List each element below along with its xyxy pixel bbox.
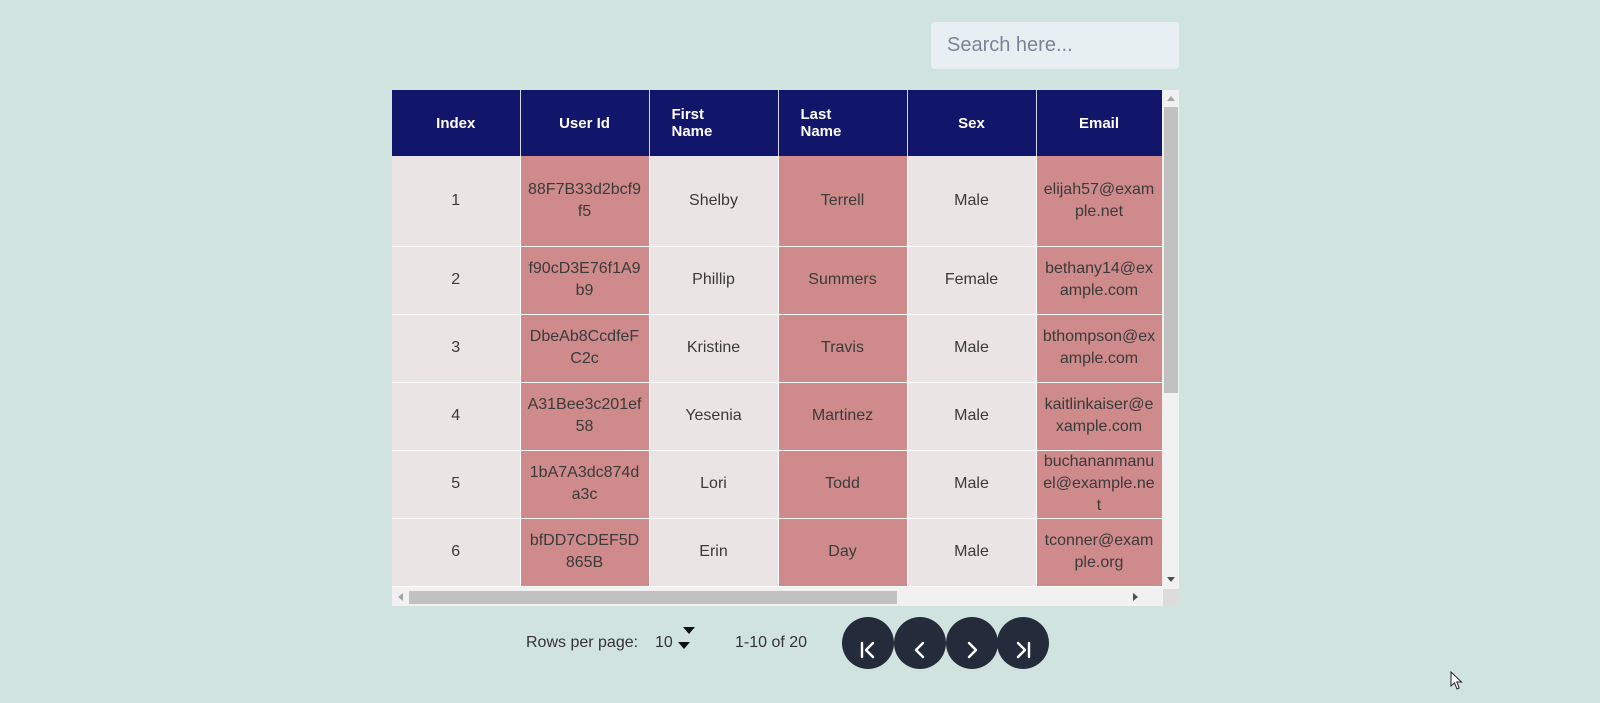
table-row[interactable]: 6 bfDD7CDEF5D865B Erin Day Male tconner@…	[392, 518, 1162, 587]
cell-first-name: Yesenia	[649, 382, 779, 451]
chevron-down-icon[interactable]	[678, 642, 690, 649]
scroll-down-arrow-icon[interactable]	[1167, 577, 1175, 582]
search-input[interactable]	[931, 22, 1179, 69]
cell-last-name: Terrell	[778, 156, 908, 247]
first-page-icon	[860, 641, 875, 659]
data-table-container: Index User Id First Name Last Name Sex E…	[392, 90, 1179, 606]
column-header-first-name[interactable]: First Name	[649, 90, 779, 156]
mouse-cursor-icon	[1450, 671, 1463, 690]
table-header-row: Index User Id First Name Last Name Sex E…	[392, 90, 1162, 156]
cell-sex: Female	[907, 246, 1037, 315]
cell-index: 5	[392, 450, 521, 519]
cell-last-name: Day	[778, 518, 908, 587]
table-row[interactable]: 1 88F7B33d2bcf9f5 Shelby Terrell Male el…	[392, 156, 1162, 247]
previous-page-icon	[914, 641, 925, 659]
search-box[interactable]	[931, 22, 1179, 69]
cell-user-id: 88F7B33d2bcf9f5	[520, 156, 650, 247]
previous-page-button[interactable]	[894, 617, 946, 669]
cell-sex: Male	[907, 450, 1037, 519]
column-header-user-id[interactable]: User Id	[520, 90, 650, 156]
cell-last-name: Todd	[778, 450, 908, 519]
scroll-left-arrow-icon[interactable]	[398, 593, 403, 601]
cell-email: kaitlinkaiser@example.com	[1036, 382, 1162, 451]
table-row[interactable]: 3 DbeAb8CcdfeFC2c Kristine Travis Male b…	[392, 314, 1162, 383]
cell-sex: Male	[907, 156, 1037, 247]
rows-per-page-select[interactable]: 10	[655, 627, 695, 652]
cell-index: 6	[392, 518, 521, 587]
cell-sex: Male	[907, 314, 1037, 383]
scrollbar-corner	[1163, 589, 1179, 606]
horizontal-scrollbar-thumb[interactable]	[409, 591, 897, 604]
column-header-last-name[interactable]: Last Name	[778, 90, 908, 156]
cell-user-id: A31Bee3c201ef58	[520, 382, 650, 451]
cell-sex: Male	[907, 518, 1037, 587]
caret-up-icon	[683, 627, 695, 634]
first-page-button[interactable]	[842, 617, 894, 669]
cell-last-name: Summers	[778, 246, 908, 315]
horizontal-scrollbar[interactable]	[392, 589, 1162, 606]
column-header-index[interactable]: Index	[392, 90, 521, 156]
table-row[interactable]: 4 A31Bee3c201ef58 Yesenia Martinez Male …	[392, 382, 1162, 451]
cell-email: tconner@example.org	[1036, 518, 1162, 587]
pagination-bar: Rows per page: 10 1-10 of 20	[0, 615, 1600, 675]
column-header-sex[interactable]: Sex	[907, 90, 1037, 156]
rows-per-page-label: Rows per page:	[526, 634, 639, 651]
cell-first-name: Lori	[649, 450, 779, 519]
next-page-button[interactable]	[946, 617, 998, 669]
last-page-icon	[1016, 641, 1031, 659]
table-row[interactable]: 2 f90cD3E76f1A9b9 Phillip Summers Female…	[392, 246, 1162, 315]
cell-email: bethany14@example.com	[1036, 246, 1162, 315]
cell-index: 4	[392, 382, 521, 451]
cell-last-name: Travis	[778, 314, 908, 383]
cell-first-name: Shelby	[649, 156, 779, 247]
cell-index: 1	[392, 156, 521, 247]
cell-first-name: Phillip	[649, 246, 779, 315]
rows-per-page-value[interactable]: 10	[655, 634, 673, 651]
cell-user-id: bfDD7CDEF5D865B	[520, 518, 650, 587]
cell-user-id: f90cD3E76f1A9b9	[520, 246, 650, 315]
cell-email: buchananmanuel@example.net	[1036, 450, 1162, 519]
cell-last-name: Martinez	[778, 382, 908, 451]
cell-first-name: Erin	[649, 518, 779, 587]
cell-email: elijah57@example.net	[1036, 156, 1162, 247]
cell-sex: Male	[907, 382, 1037, 451]
table-row[interactable]: 5 1bA7A3dc874da3c Lori Todd Male buchana…	[392, 450, 1162, 519]
column-header-email[interactable]: Email	[1036, 90, 1162, 156]
vertical-scrollbar[interactable]	[1163, 90, 1179, 588]
cell-email: bthompson@example.com	[1036, 314, 1162, 383]
data-table: Index User Id First Name Last Name Sex E…	[392, 90, 1162, 587]
table-viewport: Index User Id First Name Last Name Sex E…	[392, 90, 1162, 588]
next-page-icon	[967, 641, 978, 659]
vertical-scrollbar-thumb[interactable]	[1164, 107, 1178, 393]
cell-user-id: DbeAb8CcdfeFC2c	[520, 314, 650, 383]
cell-user-id: 1bA7A3dc874da3c	[520, 450, 650, 519]
cell-index: 3	[392, 314, 521, 383]
scroll-up-arrow-icon[interactable]	[1167, 96, 1175, 101]
scroll-right-arrow-icon[interactable]	[1133, 593, 1138, 601]
cell-first-name: Kristine	[649, 314, 779, 383]
cell-index: 2	[392, 246, 521, 315]
page-range-text: 1-10 of 20	[735, 634, 808, 651]
last-page-button[interactable]	[997, 617, 1049, 669]
